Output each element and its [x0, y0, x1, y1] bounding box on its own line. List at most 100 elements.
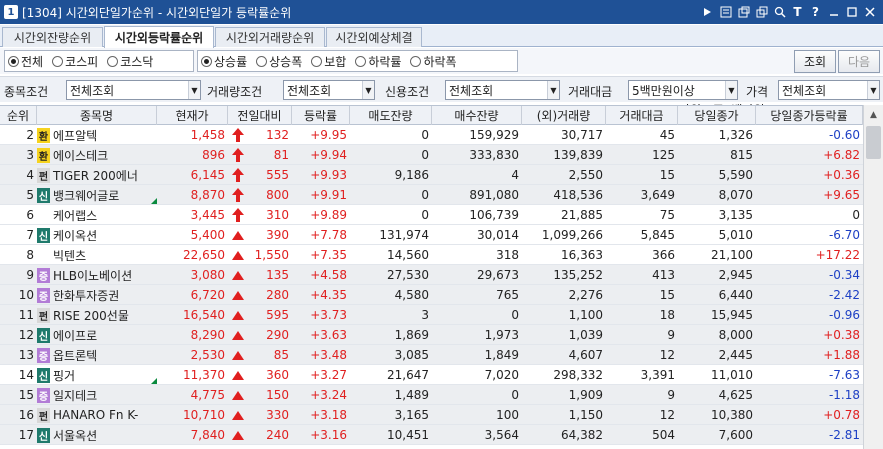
stock-name-cell[interactable]: 펀 HANARO Fn K- — [37, 405, 157, 425]
stock-name-cell[interactable]: 신 케이옥션 — [37, 225, 157, 245]
title-bar: 1 [1304] 시간외단일가순위 - 시간외단일가 등락률순위 T ? — [0, 0, 883, 24]
radio-rise-rate[interactable]: 상승률 — [201, 53, 247, 70]
header-rank[interactable]: 순위 — [0, 106, 37, 125]
next-button[interactable]: 다음 — [838, 50, 880, 73]
header-volume[interactable]: (외)거래량 — [522, 106, 606, 125]
stock-name-cell[interactable]: 신 뱅크웨어글로 — [37, 185, 157, 205]
table-row[interactable]: 14 신 핑거 11,370 360 +3.27 21,647 7,020 298,332 3,3… — [0, 365, 863, 385]
stock-name-cell[interactable]: 빅텐츠 — [37, 245, 157, 265]
stock-name-cell[interactable]: 신 에이프로 — [37, 325, 157, 345]
header-sell-remaining[interactable]: 매도잔량 — [350, 106, 432, 125]
change-cell: 290 — [228, 325, 292, 345]
header-amount[interactable]: 거래대금 — [606, 106, 678, 125]
table-row[interactable]: 17 신 서울옥션 7,840 240 +3.16 10,451 3,564 64,382 504… — [0, 425, 863, 445]
rate-cell: +9.89 — [310, 208, 347, 222]
volume-cell: 135,252 — [553, 268, 603, 282]
table-row[interactable]: 7 신 케이옥션 5,400 390 +7.78 131,974 30,014 1,099,26… — [0, 225, 863, 245]
radio-kosdaq[interactable]: 코스닥 — [107, 53, 153, 70]
change-cell: 1,550 — [228, 245, 292, 265]
header-name[interactable]: 종목명 — [37, 106, 157, 125]
table-row[interactable]: 9 증 HLB이노베이션 3,080 135 +4.58 27,530 29,673 135,2… — [0, 265, 863, 285]
rate-cell: +7.78 — [310, 228, 347, 242]
close-price-cell: 2,445 — [718, 348, 753, 362]
table-row[interactable]: 16 펀 HANARO Fn K- 10,710 330 +3.18 3,165 100 1,1… — [0, 405, 863, 425]
table-row[interactable]: 4 펀 TIGER 200에너 6,145 555 +9.93 9,186 4 2,550 15 5… — [0, 165, 863, 185]
price-condition-select[interactable]: 전체조회 ▼ — [778, 80, 880, 100]
radio-kospi[interactable]: 코스피 — [52, 53, 98, 70]
memo-icon[interactable] — [718, 3, 733, 20]
credit-condition-select[interactable]: 전체조회 ▼ — [445, 80, 560, 100]
radio-rise-amount[interactable]: 상승폭 — [256, 53, 302, 70]
stock-name-cell[interactable]: 증 옵트론텍 — [37, 345, 157, 365]
table-row[interactable]: 8 빅텐츠 22,650 1,550 +7.35 14,560 318 16,363 366 21… — [0, 245, 863, 265]
stock-name-cell[interactable]: 증 HLB이노베이션 — [37, 265, 157, 285]
maximize-icon[interactable] — [844, 3, 859, 20]
table-row[interactable]: 13 증 옵트론텍 2,530 85 +3.48 3,085 1,849 4,607 12 2,44… — [0, 345, 863, 365]
radio-fall-rate[interactable]: 하락률 — [355, 53, 401, 70]
header-change[interactable]: 전일대비 — [228, 106, 292, 125]
table-row[interactable]: 2 환 에프알텍 1,458 132 +9.95 0 159,929 30,717 45 1,326… — [0, 125, 863, 145]
radio-market-all[interactable]: 전체 — [8, 53, 43, 70]
radio-flat[interactable]: 보합 — [311, 53, 346, 70]
volume-cell: 139,839 — [553, 148, 603, 162]
table-row[interactable]: 12 신 에이프로 8,290 290 +3.63 1,869 1,973 1,039 9 8,00… — [0, 325, 863, 345]
stock-name-cell[interactable]: 증 일지테크 — [37, 385, 157, 405]
stock-name-cell[interactable]: 증 한화투자증권 — [37, 285, 157, 305]
stock-name-cell[interactable]: 신 서울옥션 — [37, 425, 157, 445]
rate-cell: +3.27 — [310, 368, 347, 382]
volume-condition-select[interactable]: 전체조회 ▼ — [283, 80, 375, 100]
close-price-cell: 8,070 — [718, 188, 753, 202]
scroll-up-icon[interactable]: ▲ — [864, 105, 883, 125]
query-button[interactable]: 조회 — [794, 50, 836, 73]
header-price[interactable]: 현재가 — [157, 106, 228, 125]
rate-cell: +4.35 — [310, 288, 347, 302]
change-value: 1,550 — [254, 248, 289, 262]
table-row[interactable]: 3 환 에이스테크 896 81 +9.94 0 333,830 139,839 125 815 +6… — [0, 145, 863, 165]
rank-cell: 10 — [18, 288, 34, 302]
change-cell: 595 — [228, 305, 292, 325]
close-rate-cell: +0.38 — [823, 328, 860, 342]
radio-empty-icon — [107, 55, 119, 67]
rank-cell: 13 — [18, 348, 34, 362]
table-row[interactable]: 5 신 뱅크웨어글로 8,870 800 +9.91 0 891,080 418,536 3,64… — [0, 185, 863, 205]
rate-cell: +3.18 — [310, 408, 347, 422]
header-rate[interactable]: 등락률 — [292, 106, 350, 125]
table-row[interactable]: 6 케어랩스 3,445 310 +9.89 0 106,739 21,885 75 3,135 0 — [0, 205, 863, 225]
tab-volume-ranking[interactable]: 시간외거래량순위 — [215, 27, 325, 47]
table-row[interactable]: 15 증 일지테크 4,775 150 +3.24 1,489 0 1,909 9 4,625 -1.… — [0, 385, 863, 405]
table-row[interactable]: 10 증 한화투자증권 6,720 280 +4.35 4,580 765 2,276 15 6,4… — [0, 285, 863, 305]
sell-remaining-cell: 0 — [421, 148, 429, 162]
stock-name-cell[interactable]: 펀 TIGER 200에너 — [37, 165, 157, 185]
close-icon[interactable] — [862, 3, 877, 20]
help-icon[interactable]: ? — [808, 3, 823, 20]
item-condition-select[interactable]: 전체조회 ▼ — [66, 80, 201, 100]
sell-remaining-cell: 4,580 — [394, 288, 429, 302]
minimize-icon[interactable] — [826, 3, 841, 20]
stock-name-cell[interactable]: 환 에이스테크 — [37, 145, 157, 165]
stock-name-cell[interactable]: 신 핑거 — [37, 365, 157, 385]
sell-remaining-cell: 3,085 — [394, 348, 429, 362]
tab-rate-ranking[interactable]: 시간외등락률순위 — [104, 26, 214, 48]
search-icon[interactable] — [772, 3, 787, 20]
change-cell: 150 — [228, 385, 292, 405]
trade-amount-select[interactable]: 5백만원이상 ▼ — [628, 80, 738, 100]
play-icon[interactable] — [700, 3, 715, 20]
link-window-icon[interactable] — [736, 3, 751, 20]
change-value: 390 — [266, 228, 289, 242]
vertical-scrollbar[interactable]: ▲ — [863, 105, 883, 449]
header-close-rate[interactable]: 당일종가등락률 — [756, 106, 863, 125]
tab-expected-execution[interactable]: 시간외예상체결 — [326, 27, 422, 47]
stock-name-cell[interactable]: 펀 RISE 200선물 — [37, 305, 157, 325]
header-buy-remaining[interactable]: 매수잔량 — [432, 106, 522, 125]
stock-name-cell[interactable]: 케어랩스 — [37, 205, 157, 225]
stock-name-cell[interactable]: 환 에프알텍 — [37, 125, 157, 145]
scrollbar-thumb[interactable] — [866, 126, 881, 159]
sell-remaining-cell: 0 — [421, 208, 429, 222]
font-size-icon[interactable]: T — [790, 3, 805, 20]
copy-window-icon[interactable] — [754, 3, 769, 20]
table-row[interactable]: 11 펀 RISE 200선물 16,540 595 +3.73 3 0 1,100 18 15,9… — [0, 305, 863, 325]
tab-remaining-volume[interactable]: 시간외잔량순위 — [2, 27, 103, 47]
header-close[interactable]: 당일종가 — [678, 106, 756, 125]
sell-remaining-cell: 0 — [421, 128, 429, 142]
radio-fall-amount[interactable]: 하락폭 — [410, 53, 457, 70]
